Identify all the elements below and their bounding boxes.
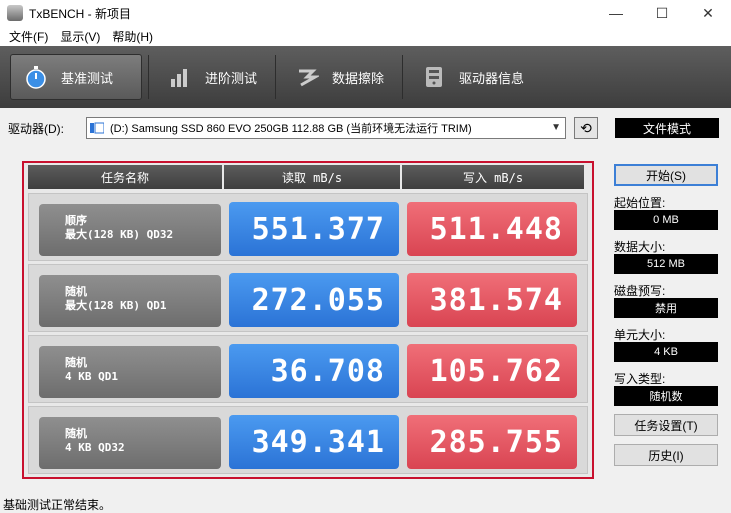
bar-chart-icon [167, 64, 193, 90]
app-icon [7, 5, 23, 21]
task-label-line2: 4 KB QD32 [65, 441, 125, 454]
window-controls: — ☐ ✕ [593, 0, 731, 26]
header-task-name: 任务名称 [28, 165, 222, 189]
status-bar: 基础测试正常结束。 [3, 497, 112, 512]
window-title: TxBENCH - 新项目 [29, 6, 132, 21]
results-panel: 任务名称 读取 mB/s 写入 mB/s 顺序 最大(128 KB) QD32 … [22, 161, 594, 479]
result-row: 顺序 最大(128 KB) QD32 551.377 511.448 [28, 193, 588, 261]
header-write: 写入 mB/s [402, 165, 584, 189]
task-label-line1: 随机 [65, 356, 87, 369]
drive-info-icon [421, 64, 447, 90]
tab-drive-info-label: 驱动器信息 [459, 70, 525, 86]
write-type-label: 写入类型: [614, 372, 666, 386]
tab-benchmark-label: 基准测试 [61, 70, 114, 86]
result-row: 随机 4 KB QD1 36.708 105.762 [28, 335, 588, 403]
title-bar: TxBENCH - 新项目 — ☐ ✕ [0, 0, 731, 26]
refresh-button[interactable]: ⟲ [574, 117, 598, 139]
stopwatch-icon [23, 64, 49, 90]
drive-icon [90, 122, 106, 134]
task-label-line2: 最大(128 KB) QD32 [65, 228, 174, 241]
menu-help[interactable]: 帮助(H) [106, 28, 159, 45]
refresh-icon: ⟲ [580, 119, 592, 136]
start-position-label: 起始位置: [614, 196, 666, 210]
tab-erase-label: 数据擦除 [332, 70, 385, 86]
data-size-label: 数据大小: [614, 240, 666, 254]
drive-select[interactable]: (D:) Samsung SSD 860 EVO 250GB 112.88 GB… [86, 117, 566, 139]
task-settings-button[interactable]: 任务设置(T) [614, 414, 718, 436]
task-label-line2: 最大(128 KB) QD1 [65, 299, 167, 312]
tab-separator [275, 55, 277, 99]
tab-erase[interactable]: 数据擦除 [282, 54, 396, 100]
header-read: 读取 mB/s [224, 165, 400, 189]
read-value: 349.341 [229, 415, 399, 469]
write-value: 511.448 [407, 202, 577, 256]
precondition-label: 磁盘预写: [614, 284, 666, 298]
unit-size-label: 单元大小: [614, 328, 666, 342]
menu-bar: 文件(F) 显示(V) 帮助(H) [0, 26, 731, 46]
write-value: 105.762 [407, 344, 577, 398]
mode-display: 文件模式 [615, 118, 719, 138]
history-button[interactable]: 历史(I) [614, 444, 718, 466]
drive-label: 驱动器(D): [8, 122, 64, 136]
write-value: 381.574 [407, 273, 577, 327]
start-position-value[interactable]: 0 MB [614, 210, 718, 230]
drive-row: 驱动器(D): (D:) Samsung SSD 860 EVO 250GB 1… [0, 114, 731, 142]
minimize-button[interactable]: — [593, 0, 639, 26]
tab-benchmark[interactable]: 基准测试 [10, 54, 142, 100]
tab-drive-info[interactable]: 驱动器信息 [409, 54, 536, 100]
eraser-icon [294, 64, 320, 90]
read-value: 551.377 [229, 202, 399, 256]
result-row: 随机 4 KB QD32 349.341 285.755 [28, 406, 588, 474]
close-button[interactable]: ✕ [685, 0, 731, 26]
drive-select-value: (D:) Samsung SSD 860 EVO 250GB 112.88 GB… [110, 123, 472, 135]
tab-advanced-label: 进阶测试 [205, 70, 258, 86]
menu-file[interactable]: 文件(F) [3, 28, 54, 45]
read-value: 36.708 [229, 344, 399, 398]
tab-separator [402, 55, 404, 99]
tab-bar: 基准测试 进阶测试 数据擦除 驱动器信息 [0, 46, 731, 108]
tab-separator [148, 55, 149, 99]
task-label-line1: 随机 [65, 285, 87, 298]
task-label-line1: 顺序 [65, 214, 87, 227]
unit-size-value[interactable]: 4 KB [614, 342, 718, 362]
menu-view[interactable]: 显示(V) [54, 28, 106, 45]
task-label-button[interactable]: 随机 最大(128 KB) QD1 [39, 275, 221, 327]
side-panel: 开始(S) 起始位置: 0 MB 数据大小: 512 MB 磁盘预写: 禁用 单… [614, 164, 720, 466]
write-type-value[interactable]: 随机数 [614, 386, 718, 406]
write-value: 285.755 [407, 415, 577, 469]
task-label-button[interactable]: 随机 4 KB QD1 [39, 346, 221, 398]
data-size-value[interactable]: 512 MB [614, 254, 718, 274]
result-row: 随机 最大(128 KB) QD1 272.055 381.574 [28, 264, 588, 332]
task-label-line2: 4 KB QD1 [65, 370, 118, 383]
read-value: 272.055 [229, 273, 399, 327]
start-button[interactable]: 开始(S) [614, 164, 718, 186]
precondition-value[interactable]: 禁用 [614, 298, 718, 318]
task-label-button[interactable]: 随机 4 KB QD32 [39, 417, 221, 469]
task-label-line1: 随机 [65, 427, 87, 440]
tab-advanced[interactable]: 进阶测试 [155, 54, 269, 100]
chevron-down-icon: ▼ [551, 122, 561, 133]
task-label-button[interactable]: 顺序 最大(128 KB) QD32 [39, 204, 221, 256]
maximize-button[interactable]: ☐ [639, 0, 685, 26]
